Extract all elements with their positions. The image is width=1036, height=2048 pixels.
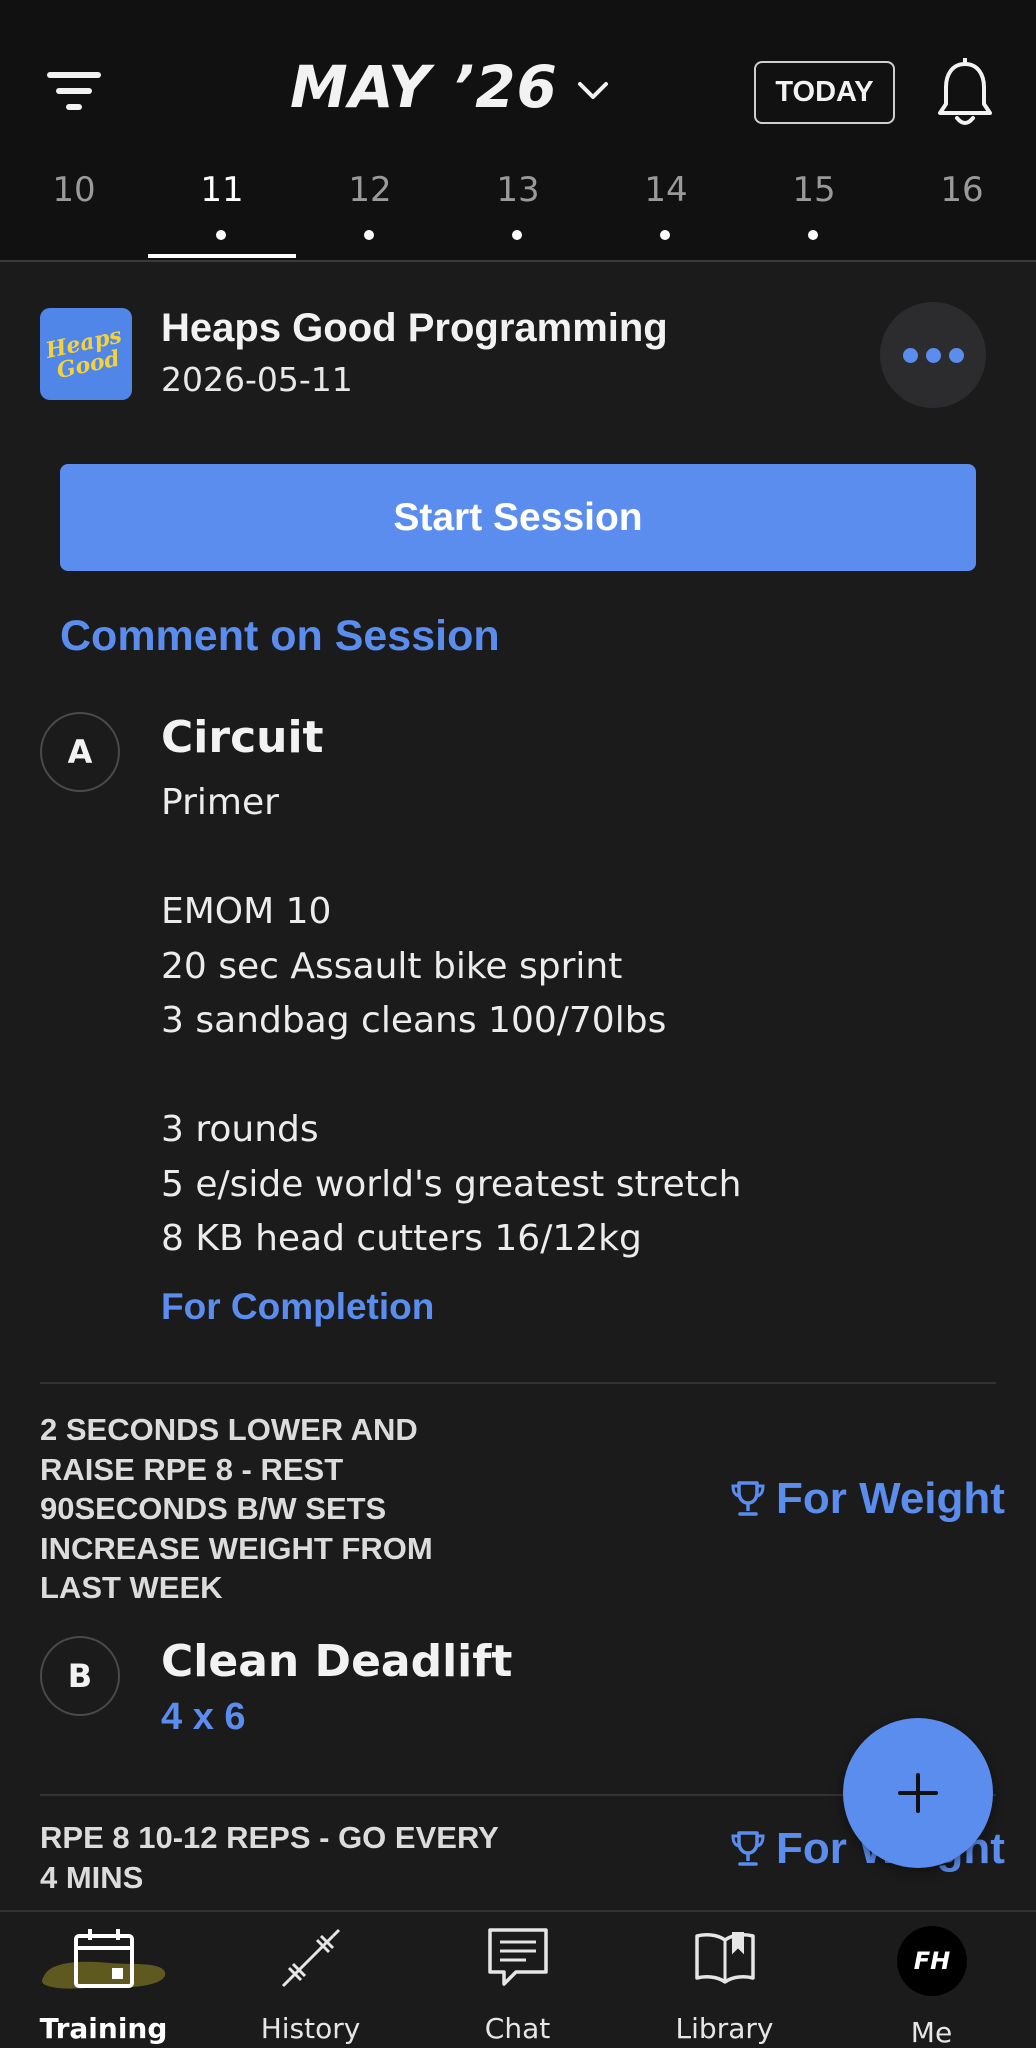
scoring-type: For Completion xyxy=(161,1286,435,1327)
day-14[interactable]: 14 xyxy=(592,160,740,260)
more-options-button[interactable] xyxy=(880,302,986,408)
nav-chat[interactable]: Chat xyxy=(414,1912,621,2048)
nav-history[interactable]: History xyxy=(207,1912,414,2048)
start-session-button[interactable]: Start Session xyxy=(60,464,976,571)
dot xyxy=(902,347,918,363)
nav-training[interactable]: Training xyxy=(0,1912,207,2048)
day-11[interactable]: 11 xyxy=(148,160,296,260)
comment-on-session-link[interactable]: Comment on Session xyxy=(60,612,500,661)
scoring-type: For Weight xyxy=(730,1474,1005,1524)
dot xyxy=(948,347,964,363)
program-name: Heaps Good Programming xyxy=(161,306,668,350)
trophy-icon xyxy=(731,1481,765,1516)
day-15[interactable]: 15 xyxy=(740,160,888,260)
bell-icon[interactable] xyxy=(936,58,994,130)
nav-me[interactable]: FH Me xyxy=(828,1912,1035,2048)
program-logo-text: Heaps Good xyxy=(43,322,124,385)
session-dot xyxy=(216,230,226,240)
add-button[interactable] xyxy=(843,1718,993,1868)
block-note: RPE 8 10-12 REPS - GO EVERY 4 MINS xyxy=(40,1820,499,1895)
month-title: MAY ’26 xyxy=(290,53,558,121)
nav-label: Library xyxy=(675,2012,774,2045)
sets-reps: 4 x 6 xyxy=(161,1696,246,1738)
day-10[interactable]: 10 xyxy=(0,160,148,260)
nav-library[interactable]: Library xyxy=(621,1912,828,2048)
filter-icon[interactable] xyxy=(44,66,110,118)
session-date: 2026-05-11 xyxy=(161,360,353,399)
divider xyxy=(40,1382,996,1384)
avatar: FH xyxy=(897,1926,967,1996)
chevron-down-icon xyxy=(577,82,608,99)
top-header: MAY ’26 TODAY 10 11 12 13 14 15 16 xyxy=(0,0,1036,262)
session-dot xyxy=(660,230,670,240)
nav-label: Chat xyxy=(484,2012,551,2045)
exercise-title[interactable]: Circuit xyxy=(161,712,324,763)
plus-icon xyxy=(898,1773,938,1813)
selected-day-underline xyxy=(148,254,296,258)
chat-icon xyxy=(488,1928,548,1986)
today-button[interactable]: TODAY xyxy=(754,61,895,124)
session-dot xyxy=(512,230,522,240)
block-letter-a: A xyxy=(40,712,120,792)
calendar-icon xyxy=(74,1929,134,1988)
exercise-description: Primer EMOM 10 20 sec Assault bike sprin… xyxy=(161,782,742,1259)
session-dot xyxy=(364,230,374,240)
day-16[interactable]: 16 xyxy=(888,160,1036,260)
block-letter-b: B xyxy=(40,1636,120,1716)
nav-label: Training xyxy=(39,2012,168,2045)
day-12[interactable]: 12 xyxy=(296,160,444,260)
bottom-nav: Training History Chat Library FH Me xyxy=(0,1910,1036,2048)
trophy-icon xyxy=(731,1831,765,1866)
book-icon xyxy=(695,1932,755,1984)
block-note: 2 SECONDS LOWER AND RAISE RPE 8 - REST 9… xyxy=(40,1412,433,1605)
month-selector[interactable]: MAY ’26 xyxy=(290,52,610,122)
nav-label: History xyxy=(260,2012,361,2045)
day-13[interactable]: 13 xyxy=(444,160,592,260)
exercise-title[interactable]: Clean Deadlift xyxy=(161,1636,512,1687)
program-logo: Heaps Good xyxy=(40,308,132,400)
dot xyxy=(925,347,941,363)
day-strip: 10 11 12 13 14 15 16 xyxy=(0,160,1036,260)
session-dot xyxy=(808,230,818,240)
barbell-icon xyxy=(281,1928,341,1988)
nav-label: Me xyxy=(910,2016,953,2048)
